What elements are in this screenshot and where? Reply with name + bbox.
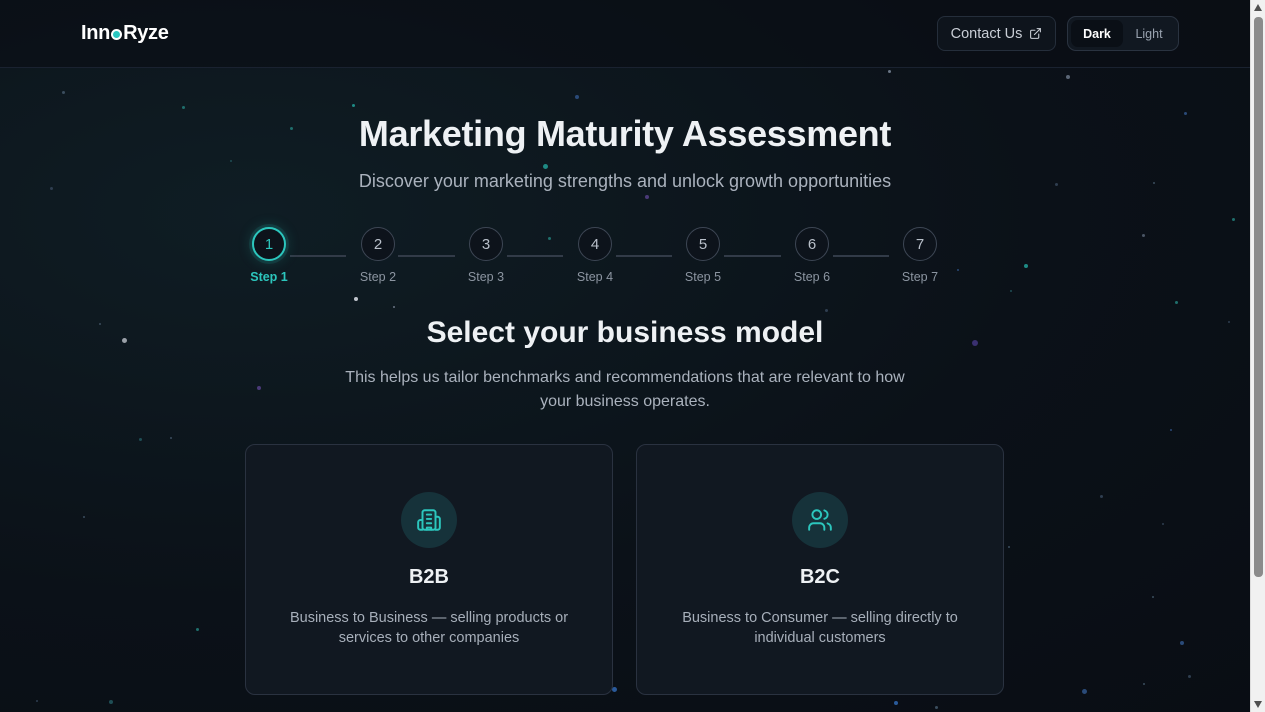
option-icon-container [792, 492, 848, 548]
step-2-circle: 2 [361, 227, 395, 261]
step-5-circle: 5 [686, 227, 720, 261]
step-4-label: Step 4 [576, 270, 614, 284]
building-icon [417, 509, 441, 531]
external-link-icon [1030, 28, 1042, 39]
users-icon [808, 509, 832, 531]
progress-stepper: 1 Step 1 2 Step 2 3 Step 3 4 Step 4 5 St… [246, 227, 938, 287]
page-title: Marketing Maturity Assessment [358, 113, 892, 154]
step-7-label: Step 7 [901, 270, 939, 284]
step-1[interactable]: 1 Step 1 [239, 227, 299, 284]
step-7[interactable]: 7 Step 7 [890, 227, 950, 284]
question-title: Select your business model [426, 316, 824, 349]
brand-name-part2: Ryze [123, 22, 169, 44]
scroll-down-arrow-icon[interactable] [1254, 701, 1262, 708]
theme-toggle: Dark Light [1067, 16, 1179, 51]
option-description: Business to Consumer — selling directly … [682, 610, 958, 646]
step-1-label: Step 1 [250, 270, 288, 284]
step-3-label: Step 3 [467, 270, 505, 284]
step-6-label: Step 6 [793, 270, 831, 284]
theme-option-light[interactable]: Light [1123, 20, 1175, 47]
step-7-circle: 7 [903, 227, 937, 261]
step-1-circle: 1 [252, 227, 286, 261]
question-description: This helps us tailor benchmarks and reco… [345, 369, 905, 410]
option-icon-container [401, 492, 457, 548]
theme-option-dark[interactable]: Dark [1071, 20, 1123, 47]
step-6[interactable]: 6 Step 6 [782, 227, 842, 284]
step-5-label: Step 5 [684, 270, 722, 284]
option-card-b2b[interactable]: B2B Business to Business — selling produ… [245, 444, 613, 695]
contact-us-button[interactable]: Contact Us [937, 16, 1056, 51]
option-description: Business to Business — selling products … [289, 610, 569, 646]
option-name: B2C [799, 566, 840, 588]
brand-logo[interactable]: Inn Ryze [81, 22, 169, 45]
top-navbar: Inn Ryze Contact Us Dark Light [0, 0, 1250, 68]
page-subtitle: Discover your marketing strengths and un… [358, 171, 892, 191]
step-5[interactable]: 5 Step 5 [673, 227, 733, 284]
contact-us-label: Contact Us [950, 25, 1023, 42]
step-2[interactable]: 2 Step 2 [348, 227, 408, 284]
logo-dot-icon [111, 29, 123, 40]
star-field-background [0, 0, 1265, 712]
step-3-circle: 3 [469, 227, 503, 261]
step-2-label: Step 2 [359, 270, 397, 284]
brand-name-part1: Inn [81, 22, 111, 44]
scrollbar-thumb[interactable] [1254, 17, 1263, 577]
step-4[interactable]: 4 Step 4 [565, 227, 625, 284]
step-6-circle: 6 [795, 227, 829, 261]
option-card-b2c[interactable]: B2C Business to Consumer — selling direc… [636, 444, 1004, 695]
page-scrollbar[interactable] [1250, 0, 1265, 712]
scroll-up-arrow-icon[interactable] [1254, 4, 1262, 11]
step-4-circle: 4 [578, 227, 612, 261]
step-3[interactable]: 3 Step 3 [456, 227, 516, 284]
option-name: B2B [408, 566, 449, 588]
